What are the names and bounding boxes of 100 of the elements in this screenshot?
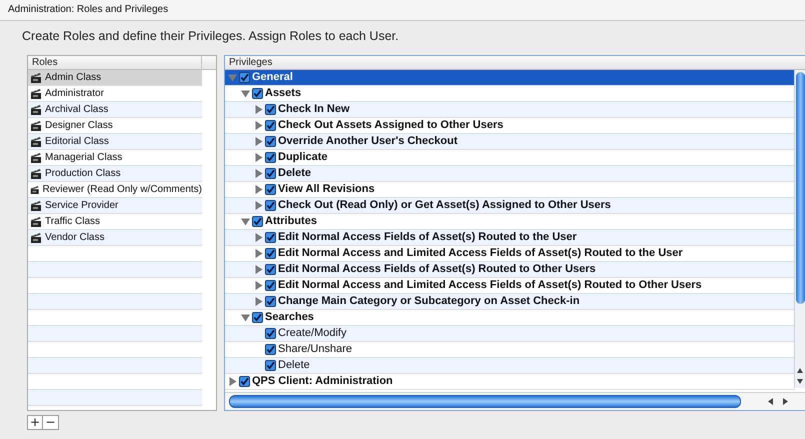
disclosure-triangle[interactable]: [254, 137, 263, 146]
disclosure-triangle[interactable]: [254, 249, 263, 258]
checkbox[interactable]: [265, 328, 276, 339]
clapperboard-icon: [30, 232, 42, 244]
clapperboard-icon: [30, 88, 42, 100]
privilege-label: Check Out Assets Assigned to Other Users: [278, 118, 504, 133]
privilege-row[interactable]: Check Out (Read Only) or Get Asset(s) Assigned to Other Users: [225, 198, 795, 214]
disclosure-triangle[interactable]: [254, 233, 263, 242]
role-label: Admin Class: [45, 71, 102, 85]
vertical-scrollbar[interactable]: [794, 70, 805, 388]
disclosure-triangle[interactable]: [254, 153, 263, 162]
privilege-label: QPS Client: Administration: [252, 374, 393, 389]
checkbox[interactable]: [239, 376, 250, 387]
role-label: Designer Class: [45, 119, 113, 133]
checkbox[interactable]: [265, 264, 276, 275]
privilege-label: Override Another User's Checkout: [278, 134, 458, 149]
checkbox[interactable]: [265, 200, 276, 211]
role-label: Administrator: [45, 87, 104, 101]
disclosure-triangle[interactable]: [254, 265, 263, 274]
privilege-row[interactable]: Searches: [225, 310, 795, 326]
privilege-row[interactable]: Delete: [225, 358, 795, 374]
disclosure-triangle[interactable]: [254, 105, 263, 114]
checkbox[interactable]: [265, 104, 276, 115]
checkbox[interactable]: [252, 216, 263, 227]
privilege-label: Edit Normal Access Fields of Asset(s) Routed to the User: [278, 230, 577, 245]
privilege-label: Assets: [265, 86, 302, 101]
privilege-label: Create/Modify: [278, 326, 346, 341]
role-label: Vendor Class: [45, 231, 104, 245]
clapperboard-icon: [30, 104, 42, 116]
privilege-label: Searches: [265, 310, 314, 325]
clapperboard-icon: [30, 200, 42, 212]
clapperboard-icon: [30, 72, 42, 84]
disclosure-triangle[interactable]: [254, 281, 263, 290]
checkbox[interactable]: [265, 168, 276, 179]
privilege-row[interactable]: Edit Normal Access Fields of Asset(s) Routed to the User: [225, 230, 795, 246]
remove-button[interactable]: −: [43, 415, 59, 430]
privilege-label: Delete: [278, 358, 310, 373]
privilege-row[interactable]: Assets: [225, 86, 795, 102]
privilege-label: Change Main Category or Subcategory on Asset Check-in: [278, 294, 580, 309]
clapperboard-icon: [30, 152, 42, 164]
privilege-label: Duplicate: [278, 150, 328, 165]
role-label: Managerial Class: [45, 151, 122, 165]
disclosure-triangle[interactable]: [241, 313, 250, 322]
checkbox[interactable]: [265, 360, 276, 371]
privilege-row[interactable]: Share/Unshare: [225, 342, 795, 358]
window-title: Administration: Roles and Privileges: [0, 0, 805, 21]
privilege-label: Share/Unshare: [278, 342, 352, 357]
checkbox[interactable]: [265, 344, 276, 355]
privilege-label: Delete: [278, 166, 312, 181]
checkbox[interactable]: [265, 184, 276, 195]
privilege-row[interactable]: Change Main Category or Subcategory on Asset Check-in: [225, 294, 795, 310]
privilege-row[interactable]: Delete: [225, 166, 795, 182]
privilege-label: Edit Normal Access and Limited Access Fields of Asset(s) Routed to Other Users: [278, 278, 702, 293]
role-label: Service Provider: [45, 199, 118, 213]
role-label: Production Class: [45, 167, 121, 181]
checkbox[interactable]: [265, 280, 276, 291]
privilege-row[interactable]: Edit Normal Access and Limited Access Fields of Asset(s) Routed to the User: [225, 246, 795, 262]
instruction-text: Create Roles and define their Privileges. Assign Roles to each User.: [22, 29, 400, 45]
privilege-row[interactable]: Edit Normal Access and Limited Access Fields of Asset(s) Routed to Other Users: [225, 278, 795, 294]
disclosure-triangle[interactable]: [241, 89, 250, 98]
checkbox[interactable]: [239, 72, 250, 83]
checkbox[interactable]: [252, 312, 263, 323]
add-button[interactable]: +: [27, 415, 43, 430]
clapperboard-icon: [30, 136, 42, 148]
role-label: Reviewer (Read Only w/Comments): [42, 183, 202, 197]
privilege-row[interactable]: QPS Client: Administration: [225, 374, 795, 390]
privilege-row[interactable]: Create/Modify: [225, 326, 795, 342]
checkbox[interactable]: [265, 152, 276, 163]
disclosure-triangle[interactable]: [241, 217, 250, 226]
disclosure-triangle[interactable]: [254, 169, 263, 178]
clapperboard-icon: [30, 120, 42, 132]
privilege-row[interactable]: Override Another User's Checkout: [225, 134, 795, 150]
privilege-row[interactable]: Check Out Assets Assigned to Other Users: [225, 118, 795, 134]
role-label: Editorial Class: [45, 135, 109, 149]
privilege-row[interactable]: General: [225, 70, 795, 86]
privilege-label: Edit Normal Access and Limited Access Fields of Asset(s) Routed to the User: [278, 246, 683, 261]
horizontal-scrollbar[interactable]: [225, 392, 805, 410]
clapperboard-icon: [30, 216, 42, 228]
checkbox[interactable]: [265, 136, 276, 147]
privilege-row[interactable]: Edit Normal Access Fields of Asset(s) Routed to Other Users: [225, 262, 795, 278]
privilege-row[interactable]: Attributes: [225, 214, 795, 230]
clapperboard-icon: [30, 168, 42, 180]
role-item[interactable]: Admin Class: [28, 70, 202, 86]
privilege-label: Check In New: [278, 102, 350, 117]
checkbox[interactable]: [265, 120, 276, 131]
disclosure-triangle[interactable]: [254, 121, 263, 130]
disclosure-triangle[interactable]: [254, 297, 263, 306]
checkbox[interactable]: [252, 88, 263, 99]
privilege-row[interactable]: View All Revisions: [225, 182, 795, 198]
column-header: Privileges: [228, 56, 274, 69]
checkbox[interactable]: [265, 232, 276, 243]
role-label: Archival Class: [45, 103, 108, 117]
disclosure-triangle[interactable]: [254, 201, 263, 210]
privilege-row[interactable]: Duplicate: [225, 150, 795, 166]
disclosure-triangle[interactable]: [228, 377, 237, 386]
privilege-row[interactable]: Check In New: [225, 102, 795, 118]
disclosure-triangle[interactable]: [254, 185, 263, 194]
privilege-label: Check Out (Read Only) or Get Asset(s) Assigned to Other Users: [278, 198, 611, 213]
checkbox[interactable]: [265, 296, 276, 307]
checkbox[interactable]: [265, 248, 276, 259]
